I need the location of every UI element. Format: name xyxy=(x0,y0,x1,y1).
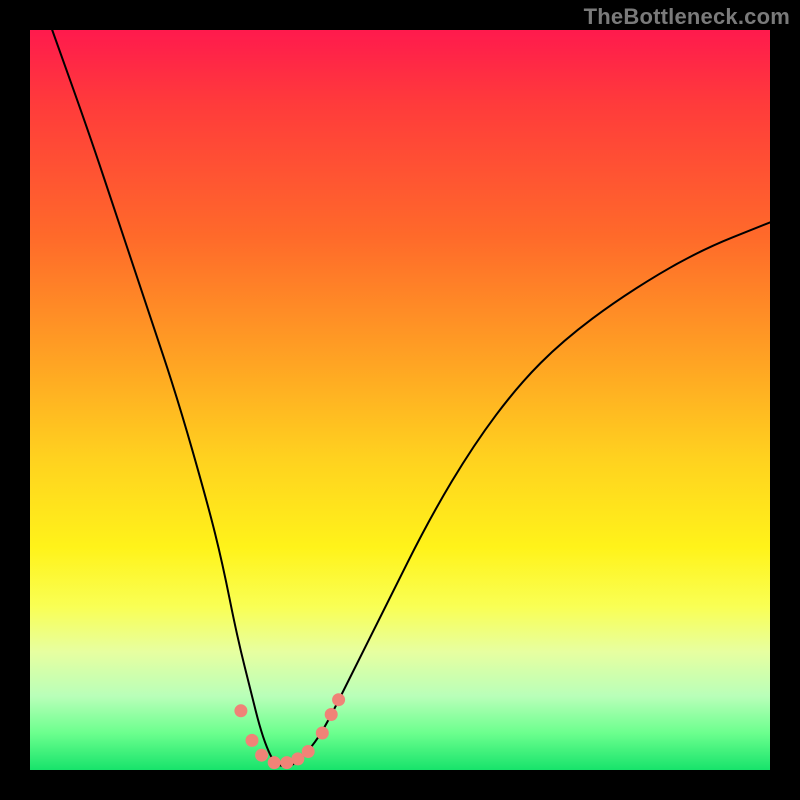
watermark-text: TheBottleneck.com xyxy=(584,4,790,30)
curve-marker xyxy=(234,704,247,717)
chart-frame: TheBottleneck.com xyxy=(0,0,800,800)
curve-marker xyxy=(332,693,345,706)
plot-area xyxy=(30,30,770,770)
chart-svg xyxy=(30,30,770,770)
curve-marker xyxy=(280,756,293,769)
curve-marker xyxy=(316,727,329,740)
marker-group xyxy=(234,693,345,769)
curve-marker xyxy=(302,745,315,758)
bottleneck-curve-path xyxy=(52,30,770,766)
curve-marker xyxy=(255,749,268,762)
curve-marker xyxy=(246,734,259,747)
curve-marker xyxy=(325,708,338,721)
curve-marker xyxy=(268,756,281,769)
